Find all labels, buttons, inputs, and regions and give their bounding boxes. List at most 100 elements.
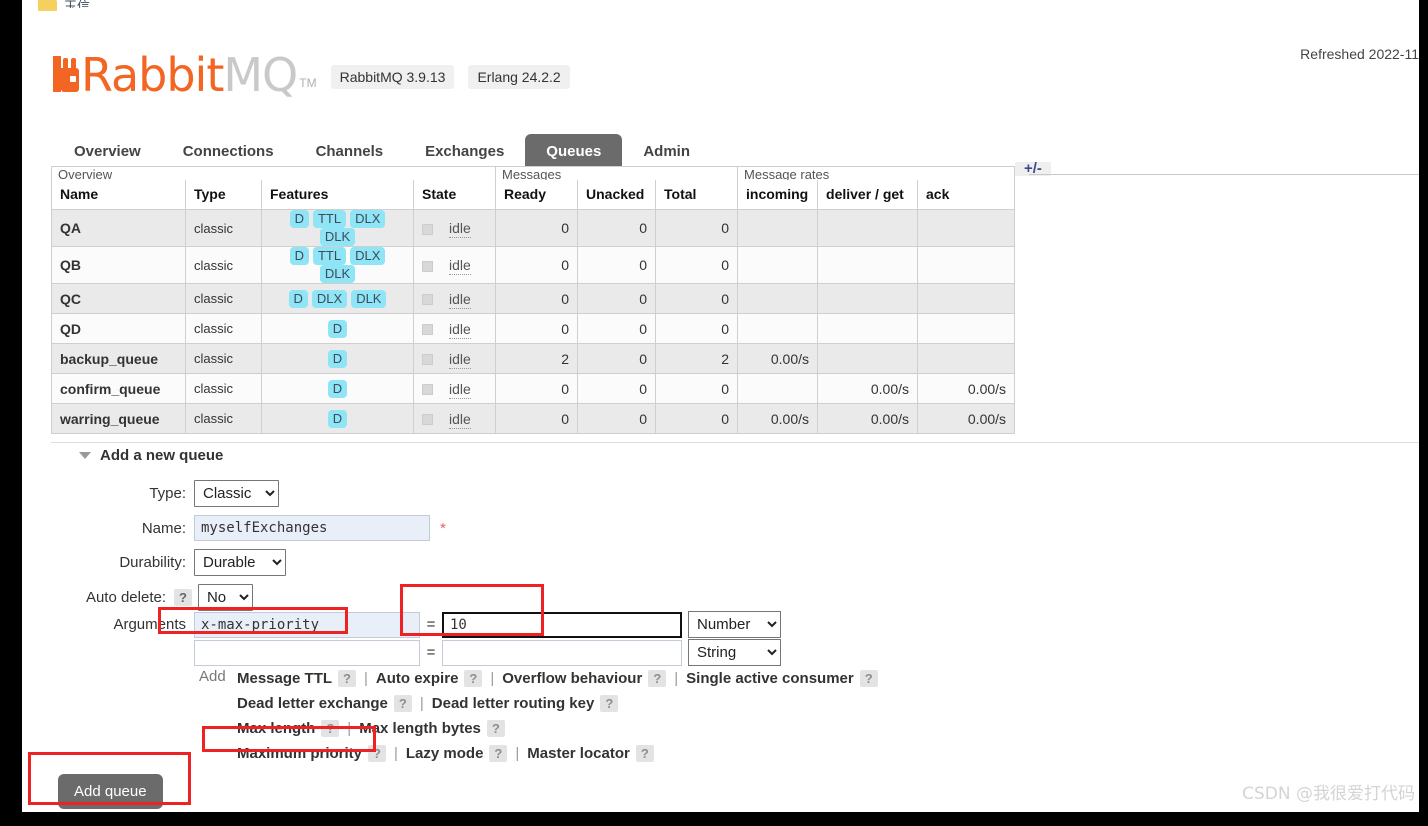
argument-value-input-2[interactable] <box>442 639 682 666</box>
cell-total: 0 <box>654 403 739 434</box>
col-ready[interactable]: Ready <box>495 179 578 210</box>
help-icon[interactable]: ? <box>648 670 667 687</box>
cell-state: idle <box>413 246 496 284</box>
cell-queue-name[interactable]: QB <box>51 246 186 284</box>
preset-link[interactable]: Single active consumer <box>686 670 854 687</box>
table-row[interactable]: warring_queue classic Didle 0 0 0 0.00/s 0.00/s… <box>51 403 1016 434</box>
preset-link[interactable]: Lazy mode <box>406 745 484 762</box>
help-icon[interactable]: ? <box>464 670 483 687</box>
preset-link[interactable]: Dead letter exchange <box>237 695 388 712</box>
cell-queue-name[interactable]: warring_queue <box>51 403 186 434</box>
preset-link[interactable]: Max length <box>237 720 315 737</box>
auto-delete-select[interactable]: NoYes <box>197 584 253 611</box>
argument-key-input-2[interactable] <box>194 639 420 666</box>
state-label: idle <box>449 220 471 238</box>
state-indicator-icon <box>422 223 433 235</box>
name-input[interactable] <box>194 515 430 541</box>
cell-incoming <box>737 373 819 404</box>
preset-link[interactable]: Maximum priority <box>237 745 362 762</box>
help-icon[interactable]: ? <box>338 670 356 687</box>
cell-state: idle <box>413 343 496 374</box>
cell-queue-type: classic <box>185 313 262 344</box>
argument-value-input-1[interactable] <box>442 611 682 638</box>
preset-link[interactable]: Master locator <box>527 745 630 762</box>
argument-type-select-1[interactable]: StringNumberBooleanListArgument <box>688 611 781 638</box>
argument-key-input-1[interactable] <box>194 611 420 638</box>
feature-tag: D <box>327 379 348 398</box>
preset-link[interactable]: Message TTL <box>237 670 332 687</box>
cell-total: 0 <box>654 373 739 404</box>
col-incoming[interactable]: incoming <box>737 179 819 210</box>
col-unacked[interactable]: Unacked <box>577 179 656 210</box>
col-features[interactable]: Features <box>261 179 414 210</box>
state-label: idle <box>449 380 471 399</box>
cell-state: idle <box>413 283 496 314</box>
cell-queue-name[interactable]: QA <box>51 209 186 247</box>
table-row[interactable]: backup_queue classic Didle 2 0 2 0.00/s <box>51 343 1016 374</box>
cell-queue-type: classic <box>185 209 262 247</box>
help-icon[interactable]: ? <box>600 695 619 712</box>
cell-incoming <box>737 209 819 247</box>
queues-table-container: Overview Messages Message rates Name Typ… <box>51 166 1016 434</box>
table-row[interactable]: QB classic D TTL DLXDLK idle 0 0 0 <box>51 246 1016 284</box>
help-icon[interactable]: ? <box>635 745 654 762</box>
window-edge-right-top <box>1419 0 1428 14</box>
cell-total: 0 <box>654 313 739 344</box>
cell-unacked: 0 <box>577 209 656 247</box>
table-row[interactable]: confirm_queue classic Didle 0 0 0 0.00/s 0.00/s <box>51 373 1016 404</box>
cell-deliver-get <box>817 343 919 374</box>
arguments-block: Arguments = StringNumberBooleanListArgum… <box>62 611 781 666</box>
group-header-message-rates: Message rates <box>737 166 1016 180</box>
col-type[interactable]: Type <box>185 179 262 210</box>
cell-features: D <box>261 403 414 434</box>
cell-deliver-get <box>817 209 919 247</box>
feature-tag: DLX <box>350 247 386 265</box>
cell-queue-name[interactable]: backup_queue <box>51 343 186 374</box>
cell-state: idle <box>413 403 496 434</box>
preset-link[interactable]: Overflow behaviour <box>502 670 642 687</box>
help-icon[interactable]: ? <box>368 745 386 762</box>
help-icon[interactable]: ? <box>486 720 505 737</box>
table-row[interactable]: QD classic Didle 0 0 0 <box>51 313 1016 344</box>
table-row[interactable]: QA classic D TTL DLXDLK idle 0 0 0 <box>51 209 1016 247</box>
col-state[interactable]: State <box>413 179 496 210</box>
cell-queue-name[interactable]: confirm_queue <box>51 373 186 404</box>
durability-select[interactable]: DurableTransient <box>194 549 286 576</box>
feature-tag: D <box>327 319 348 338</box>
rabbitmq-version-badge: RabbitMQ 3.9.13 <box>330 65 455 89</box>
type-select[interactable]: ClassicQuorumStream <box>194 480 279 507</box>
preset-link-lines: Message TTL? | Auto expire? | Overflow behav… <box>237 666 878 766</box>
cell-ack: 0.00/s <box>917 403 1016 434</box>
preset-link[interactable]: Dead letter routing key <box>432 695 595 712</box>
form-row-name: Name: * <box>62 515 446 541</box>
argument-type-select-2[interactable]: StringNumberBooleanListArgument <box>688 639 781 666</box>
chevron-down-icon[interactable] <box>79 452 91 459</box>
preset-link[interactable]: Auto expire <box>376 670 459 687</box>
col-total[interactable]: Total <box>654 179 739 210</box>
argument-row-1: Arguments = StringNumberBooleanListArgum… <box>62 611 781 638</box>
cell-features: D <box>261 373 414 404</box>
auto-delete-label: Auto delete: <box>85 589 166 606</box>
cell-ready: 0 <box>495 373 578 404</box>
preset-link[interactable]: Max length bytes <box>359 720 481 737</box>
help-icon[interactable]: ? <box>489 745 508 762</box>
preset-separator: | <box>490 670 495 687</box>
cell-queue-name[interactable]: QC <box>51 283 186 314</box>
presets-add-label: Add <box>199 668 226 685</box>
preset-separator: | <box>347 720 352 737</box>
feature-tag: DLX <box>350 210 386 228</box>
col-deliver-get[interactable]: deliver / get <box>817 179 919 210</box>
cell-queue-name[interactable]: QD <box>51 313 186 344</box>
col-name[interactable]: Name <box>51 179 186 210</box>
help-icon[interactable]: ? <box>859 670 878 687</box>
table-row[interactable]: QC classic D DLX DLK idle 0 0 0 <box>51 283 1016 314</box>
state-indicator-icon <box>422 354 433 366</box>
auto-delete-help-icon[interactable]: ? <box>174 589 192 606</box>
feature-tag: TTL <box>312 247 347 265</box>
help-icon[interactable]: ? <box>321 720 340 737</box>
add-queue-section-header[interactable]: Add a new queue <box>51 442 1419 468</box>
add-queue-button[interactable]: Add queue <box>58 774 163 809</box>
col-ack[interactable]: ack <box>917 179 1016 210</box>
help-icon[interactable]: ? <box>393 695 412 712</box>
cell-deliver-get <box>817 246 919 284</box>
